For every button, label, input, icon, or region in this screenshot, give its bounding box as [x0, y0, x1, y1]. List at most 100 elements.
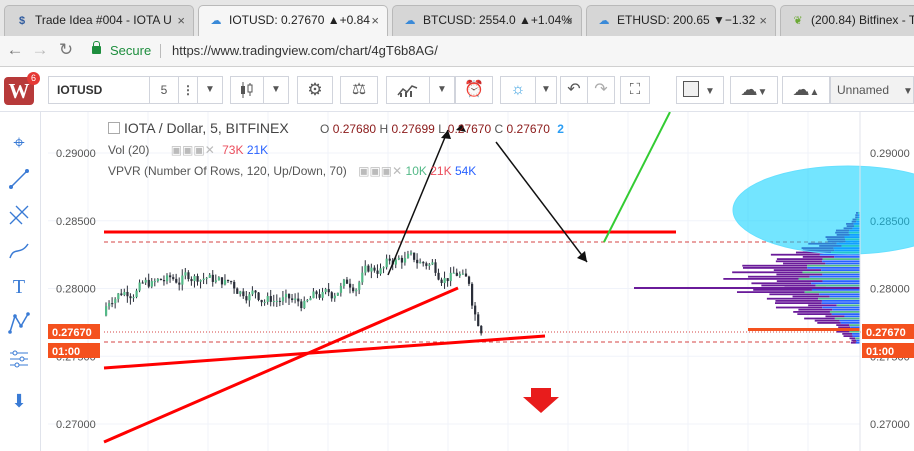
vp-row-up — [822, 260, 860, 263]
browser-tab-iotusd[interactable]: ☁ IOTUSD: 0.27670 ▲+0.84 × — [198, 5, 388, 36]
crosshair-icon[interactable]: ⌖ — [8, 132, 30, 154]
vp-row-down — [723, 278, 799, 280]
projection-arrow-up[interactable] — [387, 129, 449, 276]
idea-bulb-icon[interactable]: ☼ — [500, 76, 536, 104]
chart-area[interactable]: 0.290000.290000.285000.285000.280000.280… — [48, 112, 914, 451]
browser-tab-btcusd[interactable]: ☁ BTCUSD: 2554.0 ▲+1.04% × — [392, 5, 582, 36]
brush-icon[interactable] — [8, 240, 30, 262]
candle-body — [458, 273, 461, 276]
price-chart[interactable]: 0.290000.290000.285000.285000.280000.280… — [48, 112, 914, 451]
compare-scales-icon[interactable]: ⚖ — [340, 76, 378, 104]
vp-row-down — [849, 337, 856, 340]
vp-row-up — [829, 295, 860, 298]
vp-row-up — [821, 269, 860, 271]
support-trendline[interactable] — [103, 334, 546, 370]
chevron-down-icon[interactable]: ▼ — [263, 76, 289, 104]
vp-row-up — [798, 278, 860, 280]
candle-body — [172, 277, 175, 279]
study-controls-icon[interactable]: ▣▣▣✕ — [358, 164, 402, 178]
candle-body — [358, 282, 361, 290]
vp-row-up — [818, 297, 860, 300]
candle-body — [123, 291, 126, 295]
candle-body — [108, 303, 111, 307]
browser-tab-trade-idea[interactable]: $ Trade Idea #004 - IOTA U × — [4, 5, 194, 36]
ideas-count[interactable]: 2 — [557, 122, 564, 136]
candle-body — [406, 253, 410, 259]
candle-body — [245, 296, 248, 301]
candle-body — [187, 272, 190, 280]
symbol-title: IOTA / Dollar, 5, BITFINEX — [124, 120, 289, 136]
target-ellipse[interactable] — [732, 165, 914, 255]
chevron-down-icon[interactable]: ▼ — [535, 76, 557, 104]
vp-row-up — [821, 300, 860, 302]
candle-body — [278, 300, 282, 302]
vp-row-up — [829, 311, 860, 313]
browser-tab-ethusd[interactable]: ☁ ETHUSD: 200.65 ▼−1.32 × — [586, 5, 776, 36]
candle-body — [239, 291, 242, 294]
fullscreen-icon[interactable]: ⛶ — [620, 76, 650, 104]
candle-body — [156, 278, 160, 282]
vp-row-up — [822, 280, 860, 282]
candle-body — [138, 282, 141, 291]
tab-title: IOTUSD: 0.27670 ▲+0.84 — [229, 13, 370, 27]
text-tool-icon[interactable]: T — [8, 276, 30, 298]
candle-body — [135, 290, 138, 298]
candle-body — [388, 258, 391, 261]
price-tick-right: 0.27000 — [870, 419, 910, 431]
arrow-down-icon[interactable]: ⬇ — [8, 390, 30, 412]
projection-green-line[interactable] — [603, 112, 671, 243]
layout-name-button[interactable]: Unnamed ▼ — [830, 76, 914, 104]
url-field[interactable]: https://www.tradingview.com/chart/4gT6b8… — [172, 43, 438, 58]
close-icon[interactable]: × — [759, 13, 767, 28]
interval-select[interactable]: 5 — [149, 76, 179, 104]
redo-icon[interactable]: ↷ — [587, 76, 615, 104]
undo-icon[interactable]: ↶ — [560, 76, 588, 104]
more-vert-icon[interactable]: ⋮ — [178, 76, 198, 104]
reload-icon[interactable]: ↻ — [57, 41, 75, 59]
candle-body — [422, 262, 425, 264]
settings-gear-icon[interactable]: ⚙ — [297, 76, 333, 104]
candle-body — [217, 277, 221, 281]
collapse-icon[interactable] — [108, 122, 120, 134]
vp-row-up — [815, 284, 860, 287]
candle-body — [230, 281, 233, 283]
chevron-down-icon[interactable]: ▼ — [429, 76, 455, 104]
cloud-upload-icon[interactable]: ☁▲ — [782, 76, 830, 104]
candle-body — [361, 272, 364, 283]
close-icon[interactable]: × — [565, 13, 573, 28]
tab-title: Trade Idea #004 - IOTA U — [35, 13, 172, 27]
trend-line-icon[interactable] — [8, 168, 30, 190]
pattern-icon[interactable] — [8, 312, 30, 334]
chevron-down-icon[interactable]: ▼ — [197, 76, 223, 104]
candle-body — [303, 300, 306, 309]
close-icon[interactable]: × — [371, 13, 379, 28]
cloud-download-icon[interactable]: ☁▼ — [730, 76, 778, 104]
candle-body — [330, 292, 333, 299]
candle-body — [315, 291, 318, 295]
measure-icon[interactable] — [8, 348, 30, 370]
candle-body — [425, 263, 428, 266]
vp-row-down — [751, 282, 812, 285]
candle-body — [196, 276, 199, 282]
close-icon[interactable]: × — [177, 13, 185, 28]
vp-row-down — [775, 306, 823, 309]
symbol-input[interactable]: IOTUSD — [48, 76, 150, 104]
candle-body — [294, 298, 297, 300]
study-controls-icon[interactable]: ▣▣▣✕ — [171, 143, 215, 157]
alert-add-icon[interactable]: ⏰ — [455, 76, 493, 104]
indicators-icon[interactable] — [386, 76, 430, 104]
candle-body — [178, 282, 181, 285]
candle-body — [434, 262, 437, 273]
forward-icon[interactable]: → — [31, 41, 49, 59]
tag-text: 01:00 — [52, 346, 80, 358]
separator — [160, 44, 161, 58]
address-bar: ← → ↻ Secure https://www.tradingview.com… — [0, 36, 914, 67]
back-icon[interactable]: ← — [6, 41, 24, 59]
candle-body — [199, 280, 202, 282]
fib-retracement-icon[interactable] — [8, 204, 30, 226]
color-square-icon[interactable]: ▼ — [676, 76, 724, 104]
browser-tab-bitfinex[interactable]: ❦ (200.84) Bitfinex - Tr — [780, 5, 914, 36]
vp-row-up — [804, 291, 860, 293]
projection-arrow-down[interactable] — [495, 141, 588, 263]
candles-icon[interactable] — [230, 76, 264, 104]
